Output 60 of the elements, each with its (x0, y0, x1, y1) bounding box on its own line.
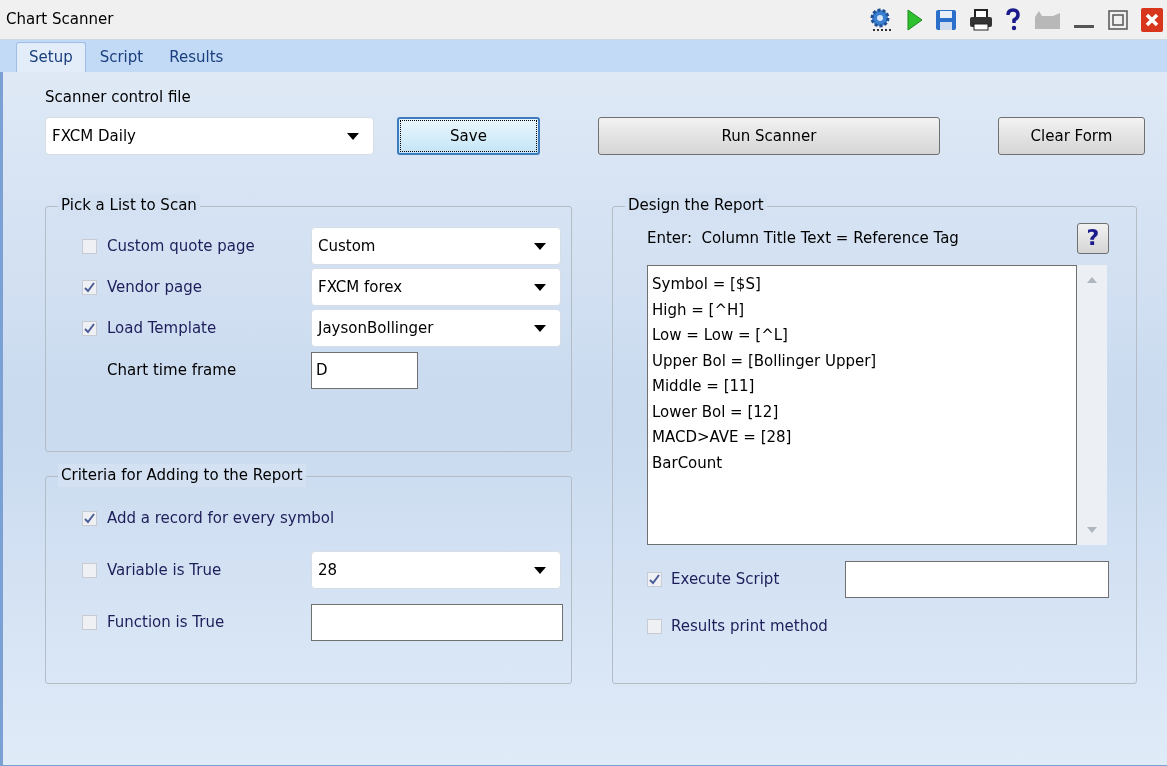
checkmark-icon (84, 281, 95, 293)
report-line: MACD>AVE = [28] (652, 427, 793, 448)
checkbox-label: Vendor page (107, 276, 202, 298)
dropdown-arrow-icon (347, 132, 359, 140)
report-line: Lower Bol = [12] (652, 401, 780, 423)
checkbox-label: Variable is True (107, 559, 222, 581)
text-field[interactable] (311, 603, 563, 641)
checkbox[interactable] (82, 279, 97, 295)
help-button[interactable]: ? (1077, 222, 1109, 254)
report-line: Low = Low = [^L] (652, 325, 789, 346)
tab[interactable]: Setup (16, 42, 86, 72)
play-icon[interactable] (907, 8, 923, 31)
checkbox-label: Execute Script (671, 568, 780, 590)
report-line: BarCount (652, 452, 724, 474)
maximize-icon[interactable] (1107, 8, 1129, 31)
dropdown[interactable]: Custom (311, 227, 561, 265)
dropdown-arrow-icon (534, 566, 546, 574)
dropdown[interactable]: JaysonBollinger (311, 309, 561, 347)
report-text-area[interactable]: Symbol = [$S] High = [^H] Low = Low = [^L] Upper Bol = [Bollinger Upper] Middle = [11] Lower Bol = [12] MACD>AVE = [28] BarCount (647, 265, 1077, 545)
dropdown-arrow-icon (534, 324, 546, 332)
action-button[interactable]: Save (397, 117, 540, 155)
checkbox[interactable] (82, 562, 97, 578)
dropdown-arrow-icon (534, 242, 546, 250)
checkmark-icon (84, 322, 95, 334)
dropdown[interactable]: 28 (311, 551, 561, 589)
checkmark-icon (649, 573, 660, 585)
checkbox[interactable] (647, 571, 662, 587)
text-field[interactable]: D (311, 351, 418, 389)
checkbox[interactable] (82, 238, 97, 254)
checkbox[interactable] (82, 320, 97, 336)
checkbox-label: Load Template (107, 317, 217, 339)
checkbox-label: Function is True (107, 611, 225, 633)
report-line: Upper Bol = [Bollinger Upper] (652, 350, 878, 372)
report-line: High = [^H] (652, 299, 746, 321)
window-title: Chart Scanner (6, 9, 115, 31)
text-field[interactable] (845, 560, 1109, 598)
checkbox[interactable] (82, 510, 97, 526)
action-button[interactable]: Run Scanner (598, 117, 940, 155)
close-icon[interactable] (1141, 7, 1163, 32)
dropdown[interactable]: FXCM forex (311, 268, 561, 306)
report-line: Symbol = [$S] (652, 274, 762, 295)
instruction-text: Enter: Column Title Text = Reference Tag (647, 227, 960, 249)
checkbox[interactable] (647, 618, 662, 634)
checkbox-label: Add a record for every symbol (107, 507, 335, 529)
help-icon[interactable] (1005, 7, 1021, 32)
dropdown-arrow-icon (534, 283, 546, 291)
report-line: Middle = [11] (652, 376, 756, 397)
dropdown[interactable]: FXCM Daily (45, 117, 374, 155)
checkmark-icon (84, 512, 95, 524)
action-button[interactable]: Clear Form (998, 117, 1145, 155)
printer-icon[interactable] (969, 8, 993, 31)
save-icon[interactable] (935, 8, 957, 31)
group-title: Criteria for Adding to the Report (58, 464, 306, 487)
checkbox-label: Custom quote page (107, 235, 255, 257)
checkbox[interactable] (82, 614, 97, 630)
field-label: Scanner control file (45, 87, 192, 108)
checkbox-label: Results print method (671, 616, 828, 637)
tab[interactable]: Results (157, 42, 236, 72)
field-label: Chart time frame (106, 359, 238, 381)
tab[interactable]: Script (87, 42, 156, 72)
